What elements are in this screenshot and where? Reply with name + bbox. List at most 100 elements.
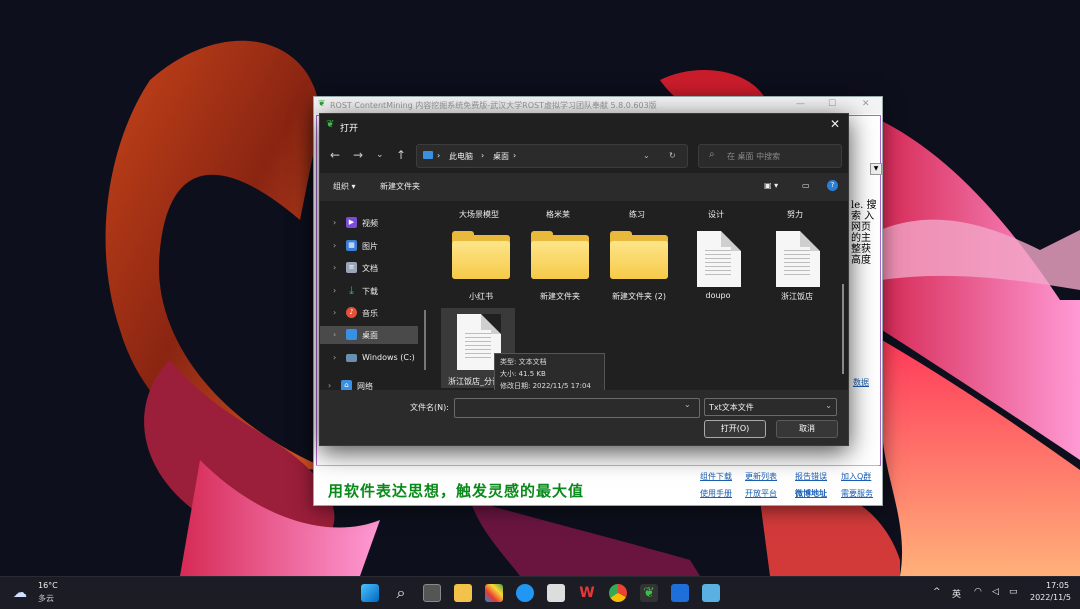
- navigation-pane: › ▶ 视频 › ▦ 图片 › ≡ 文档 › ⤓ 下载 › ♪ 音乐 › 桌面: [320, 201, 424, 391]
- refresh-icon[interactable]: ↻: [669, 151, 676, 160]
- clock-time[interactable]: 17:05: [1046, 581, 1069, 590]
- clock-date[interactable]: 2022/11/5: [1030, 593, 1071, 602]
- folder-item[interactable]: 新建文件夹: [523, 227, 597, 307]
- maximize-icon[interactable]: ☐: [828, 99, 836, 109]
- cancel-button[interactable]: 取消: [776, 420, 838, 438]
- input-method-indicator[interactable]: 英: [952, 587, 961, 600]
- back-arrow-icon[interactable]: ←: [330, 148, 340, 162]
- organize-menu[interactable]: 组织 ▾: [333, 181, 356, 192]
- nav-item-pictures[interactable]: › ▦ 图片: [320, 237, 418, 255]
- user-manual-link[interactable]: 使用手册: [700, 488, 732, 499]
- notepad-icon[interactable]: [702, 584, 720, 602]
- app-icon[interactable]: [671, 584, 689, 602]
- file-explorer-icon[interactable]: [454, 584, 472, 602]
- folder-icon: [452, 241, 510, 279]
- file-info-tooltip: 类型: 文本文档 大小: 41.5 KB 修改日期: 2022/11/5 17:…: [494, 353, 605, 393]
- host-title-bar: ❦ ROST ContentMining 内容挖掘系统免费版-武汉大学ROST虚…: [314, 97, 882, 114]
- documents-icon: ≡: [346, 262, 357, 273]
- folder-item[interactable]: 小红书: [444, 227, 518, 307]
- wps-office-icon[interactable]: W: [578, 584, 596, 602]
- report-error-link[interactable]: 报告错误: [795, 471, 827, 482]
- show-hidden-icons-icon[interactable]: ^: [933, 587, 941, 597]
- minimize-icon[interactable]: —: [796, 99, 805, 109]
- weather-cloud-icon[interactable]: ☁: [13, 585, 27, 601]
- folder-item[interactable]: 新建文件夹 (2): [602, 227, 676, 307]
- host-dropdown-button[interactable]: ▼: [870, 163, 882, 175]
- search-icon: ⌕: [709, 149, 715, 160]
- nav-item-documents[interactable]: › ≡ 文档: [320, 259, 418, 277]
- task-view-icon[interactable]: [423, 584, 441, 602]
- search-icon[interactable]: ⌕: [392, 584, 410, 602]
- nav-item-desktop[interactable]: › 桌面: [320, 326, 418, 344]
- open-platform-link[interactable]: 开放平台: [745, 488, 777, 499]
- help-icon[interactable]: ?: [827, 180, 838, 191]
- need-service-link[interactable]: 需要服务: [841, 488, 873, 499]
- rost-taskbar-icon[interactable]: ❦: [640, 584, 658, 602]
- nav-item-music[interactable]: › ♪ 音乐: [320, 304, 418, 322]
- browser-icon[interactable]: [516, 584, 534, 602]
- view-mode-icon[interactable]: ▣ ▾: [764, 181, 778, 190]
- start-windows-icon[interactable]: [361, 584, 379, 602]
- nav-item-c-drive[interactable]: › Windows (C:): [320, 349, 418, 367]
- video-icon: ▶: [346, 217, 357, 228]
- navigation-row: ← → ⌄ ↑ › 此电脑 › 桌面 › ⌄ ↻ ⌕ 在 桌面 中搜索: [320, 140, 848, 170]
- address-dropdown-icon[interactable]: ⌄: [643, 151, 650, 160]
- battery-icon[interactable]: ▭: [1009, 587, 1018, 597]
- item-label-partial[interactable]: 练习: [602, 209, 672, 220]
- taskbar: ☁ 16°C 多云 ⌕ W ❦ ^ 英 ◠ ◁ ▭ 17:05 2022/11/…: [0, 576, 1080, 609]
- chevron-down-icon: ⌄: [825, 401, 832, 410]
- downloads-icon: ⤓: [349, 284, 354, 297]
- file-type-select[interactable]: Txt文本文件 ⌄: [704, 398, 837, 416]
- pictures-icon: ▦: [346, 240, 357, 251]
- join-qq-group-link[interactable]: 加入Q群: [841, 471, 871, 482]
- nav-item-videos[interactable]: › ▶ 视频: [320, 214, 418, 232]
- nav-item-downloads[interactable]: › ⤓ 下载: [320, 282, 418, 300]
- filename-input[interactable]: [454, 398, 700, 418]
- update-list-link[interactable]: 更新列表: [745, 471, 777, 482]
- filename-dropdown-icon[interactable]: ⌄: [684, 400, 691, 409]
- search-placeholder: 在 桌面 中搜索: [727, 152, 781, 161]
- file-item[interactable]: 浙江饭店: [760, 227, 834, 307]
- preview-pane-icon[interactable]: ▭: [802, 181, 810, 190]
- breadcrumb-this-pc[interactable]: 此电脑: [449, 151, 473, 162]
- dialog-title: 打开: [340, 124, 359, 134]
- folder-icon: [531, 241, 589, 279]
- up-arrow-icon[interactable]: ↑: [396, 148, 406, 162]
- open-button[interactable]: 打开(O): [704, 420, 766, 438]
- nav-pane-scrollbar[interactable]: [424, 310, 426, 370]
- forward-arrow-icon[interactable]: →: [353, 148, 363, 162]
- recent-locations-icon[interactable]: ⌄: [376, 150, 384, 160]
- wifi-icon[interactable]: ◠: [974, 587, 982, 597]
- command-bar: 组织 ▾ 新建文件夹 ▣ ▾ ▭ ?: [320, 173, 848, 201]
- host-window-title: ROST ContentMining 内容挖掘系统免费版-武汉大学ROST虚拟学…: [330, 101, 657, 110]
- component-download-link[interactable]: 组件下载: [700, 471, 732, 482]
- chrome-icon[interactable]: [609, 584, 627, 602]
- host-data-link[interactable]: 数据: [853, 377, 869, 388]
- drive-icon: [346, 354, 357, 362]
- item-label-partial[interactable]: 格米莱: [523, 209, 593, 220]
- desktop-location-icon: [423, 151, 433, 159]
- weibo-link[interactable]: 微博地址: [795, 488, 827, 499]
- weather-temperature[interactable]: 16°C: [38, 581, 58, 590]
- volume-icon[interactable]: ◁: [992, 587, 999, 597]
- folder-icon: [610, 241, 668, 279]
- close-icon[interactable]: ✕: [862, 99, 870, 109]
- open-file-dialog: ❦ 打开 ✕ ← → ⌄ ↑ › 此电脑 › 桌面 › ⌄ ↻ ⌕ 在 桌面 中…: [319, 113, 849, 446]
- address-bar[interactable]: › 此电脑 › 桌面 › ⌄ ↻: [416, 144, 688, 168]
- file-list-scrollbar[interactable]: [842, 284, 844, 374]
- item-label-partial[interactable]: 努力: [760, 209, 830, 220]
- search-box[interactable]: ⌕ 在 桌面 中搜索: [698, 144, 842, 168]
- item-label-partial[interactable]: 大场景模型: [444, 209, 514, 220]
- microsoft-store-icon[interactable]: [485, 584, 503, 602]
- new-folder-button[interactable]: 新建文件夹: [380, 181, 420, 192]
- desktop-icon: [346, 329, 357, 340]
- filename-label: 文件名(N):: [410, 403, 449, 412]
- text-document-icon: [697, 231, 741, 287]
- file-item[interactable]: doupo: [681, 227, 755, 307]
- app-icon[interactable]: [547, 584, 565, 602]
- item-label-partial[interactable]: 设计: [681, 209, 751, 220]
- dialog-close-icon[interactable]: ✕: [830, 117, 840, 131]
- breadcrumb-desktop[interactable]: 桌面: [493, 151, 509, 162]
- rost-logo-icon: ❦: [318, 99, 326, 109]
- weather-description[interactable]: 多云: [38, 593, 54, 604]
